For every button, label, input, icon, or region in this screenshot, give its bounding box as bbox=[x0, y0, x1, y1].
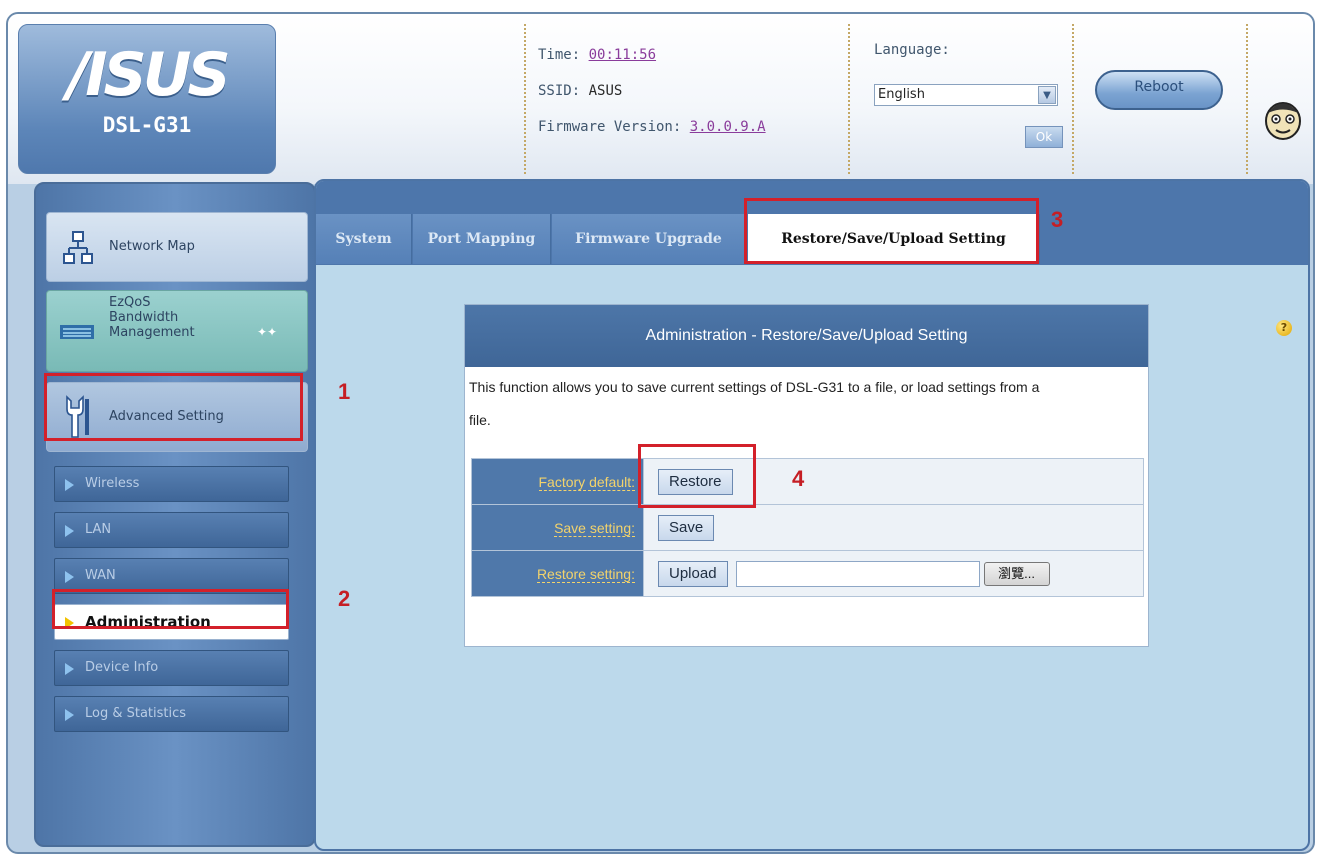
sidebar-item-network-map[interactable]: Network Map bbox=[46, 212, 308, 282]
row-field: Save bbox=[643, 504, 1144, 551]
help-icon[interactable]: ? bbox=[1276, 320, 1292, 336]
ssid-label: SSID: bbox=[538, 83, 581, 99]
language-selected: English bbox=[878, 87, 925, 102]
header: /ISUS DSL-G31 Time: 00:11:56 SSID: ASUS … bbox=[8, 14, 1313, 184]
sidebar-item-lan[interactable]: LAN bbox=[54, 512, 289, 548]
table-row: Factory default: Restore bbox=[471, 458, 1144, 505]
header-divider bbox=[524, 24, 526, 174]
annotation-number-2: 2 bbox=[338, 586, 351, 611]
mascot-avatar-icon[interactable] bbox=[1262, 96, 1304, 142]
admin-section: Administration - Restore/Save/Upload Set… bbox=[464, 304, 1149, 647]
file-path-input[interactable] bbox=[735, 560, 980, 587]
annotation-number-4: 4 bbox=[792, 466, 805, 491]
firmware-label: Firmware Version: bbox=[538, 119, 682, 135]
sidebar-item-label: Wireless bbox=[85, 476, 140, 491]
table-row: Restore setting: Upload 瀏覽... bbox=[471, 550, 1144, 597]
save-button[interactable]: Save bbox=[658, 514, 715, 541]
ezqos-line-1: EzQoS bbox=[109, 295, 151, 310]
sidebar: Network Map EzQoS Bandwidth Management ✦… bbox=[34, 182, 316, 847]
sidebar-item-wireless[interactable]: Wireless bbox=[54, 466, 289, 502]
settings-table: Factory default: Restore Save setting: S… bbox=[471, 458, 1144, 597]
ezqos-line-3: Management bbox=[109, 325, 195, 340]
sparkle-icon: ✦✦ bbox=[257, 325, 278, 339]
section-title: Administration - Restore/Save/Upload Set… bbox=[465, 305, 1148, 367]
sidebar-item-label: WAN bbox=[85, 568, 116, 583]
chevron-down-icon[interactable]: ▼ bbox=[1038, 86, 1056, 104]
header-divider bbox=[848, 24, 850, 174]
firmware-link[interactable]: 3.0.0.9.A bbox=[690, 119, 766, 135]
ezqos-line-2: Bandwidth bbox=[109, 310, 179, 325]
network-map-icon bbox=[63, 231, 93, 264]
row-label: Factory default: bbox=[538, 473, 635, 491]
annotation-box-2 bbox=[52, 589, 289, 629]
sidebar-item-label: Network Map bbox=[109, 239, 195, 254]
row-label: Restore setting: bbox=[536, 565, 635, 583]
sidebar-item-ezqos[interactable]: EzQoS Bandwidth Management ✦✦ bbox=[46, 290, 308, 372]
sidebar-item-label: Device Info bbox=[85, 660, 159, 675]
router-admin-frame: /ISUS DSL-G31 Time: 00:11:56 SSID: ASUS … bbox=[6, 12, 1315, 854]
language-label: Language: bbox=[874, 42, 950, 58]
tab-firmware-upgrade[interactable]: Firmware Upgrade bbox=[552, 214, 746, 264]
description-line-2: file. bbox=[469, 412, 491, 428]
save-setting-label: Save setting: bbox=[471, 504, 644, 551]
restore-setting-label: Restore setting: bbox=[471, 550, 644, 597]
time-link[interactable]: 00:11:56 bbox=[589, 47, 656, 63]
sidebar-item-label: LAN bbox=[85, 522, 112, 537]
description-line-1: This function allows you to save current… bbox=[469, 379, 1040, 395]
row-field: Upload 瀏覽... bbox=[643, 550, 1144, 597]
annotation-box-3 bbox=[744, 198, 1039, 264]
annotation-number-1: 1 bbox=[338, 379, 351, 404]
asus-logo[interactable]: /ISUS DSL-G31 bbox=[18, 24, 276, 174]
factory-default-label: Factory default: bbox=[471, 458, 644, 505]
triangle-right-icon bbox=[65, 479, 74, 491]
brand-logo-text: /ISUS bbox=[67, 40, 230, 110]
bandwidth-icon bbox=[60, 325, 94, 339]
ssid-value: ASUS bbox=[588, 83, 623, 99]
tab-system[interactable]: System bbox=[316, 214, 412, 264]
section-description: This function allows you to save current… bbox=[465, 367, 1148, 437]
triangle-right-icon bbox=[65, 571, 74, 583]
tab-port-mapping[interactable]: Port Mapping bbox=[413, 214, 551, 264]
triangle-right-icon bbox=[65, 663, 74, 675]
language-select[interactable]: English ▼ bbox=[874, 84, 1058, 106]
system-info: Time: 00:11:56 SSID: ASUS Firmware Versi… bbox=[538, 42, 766, 150]
reboot-button[interactable]: Reboot bbox=[1095, 70, 1223, 110]
annotation-box-4 bbox=[638, 444, 756, 508]
sidebar-item-log-statistics[interactable]: Log & Statistics bbox=[54, 696, 289, 732]
header-divider bbox=[1072, 24, 1074, 174]
annotation-box-1 bbox=[44, 373, 303, 441]
upload-button[interactable]: Upload bbox=[658, 560, 728, 587]
header-divider bbox=[1246, 24, 1248, 174]
ezqos-label: EzQoS Bandwidth Management bbox=[109, 295, 195, 340]
triangle-right-icon bbox=[65, 525, 74, 537]
row-label: Save setting: bbox=[554, 519, 635, 537]
time-label: Time: bbox=[538, 47, 581, 63]
browse-button[interactable]: 瀏覽... bbox=[983, 561, 1050, 586]
language-ok-button[interactable]: Ok bbox=[1025, 126, 1063, 148]
model-name: DSL-G31 bbox=[102, 113, 192, 137]
table-row: Save setting: Save bbox=[471, 504, 1144, 551]
sidebar-item-device-info[interactable]: Device Info bbox=[54, 650, 289, 686]
triangle-right-icon bbox=[65, 709, 74, 721]
sidebar-item-label: Log & Statistics bbox=[85, 706, 187, 721]
annotation-number-3: 3 bbox=[1051, 207, 1064, 232]
